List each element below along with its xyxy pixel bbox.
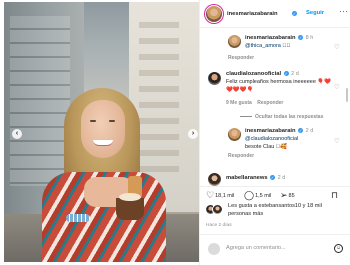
bookmark-button[interactable]: ⊓ bbox=[331, 191, 339, 201]
comment-username[interactable]: inesmariazabarain bbox=[245, 35, 296, 41]
post-photo: ‹ › bbox=[4, 2, 199, 262]
list-item: inesmariazabarain ✓ 8 h @thica_amora 🏽🏽 … bbox=[200, 34, 350, 64]
avatar bbox=[213, 205, 222, 214]
comments-panel: inesmariazabarain ✓ Seguir ··· inesmaria… bbox=[199, 0, 350, 265]
header-username[interactable]: inesmariazabarain bbox=[227, 11, 278, 17]
liker-avatars bbox=[206, 205, 226, 215]
avatar bbox=[208, 243, 220, 255]
verified-icon: ✓ bbox=[298, 35, 304, 41]
scrollbar[interactable] bbox=[346, 88, 348, 102]
comment-username[interactable]: claudialozanooficial bbox=[226, 71, 281, 77]
post-time: Hace 2 días bbox=[206, 223, 232, 228]
reply-button[interactable]: Responder bbox=[228, 153, 254, 159]
comment-time: 8 h bbox=[305, 35, 314, 41]
comment-time: 2 d bbox=[305, 128, 314, 134]
avatar[interactable] bbox=[208, 72, 221, 85]
list-item: inesmariazabarain ✓ 2 d @claudialozanoof… bbox=[200, 127, 350, 163]
comment-likes[interactable]: 9 Me gusta bbox=[226, 100, 252, 106]
comment-username[interactable]: inesmariazabarain bbox=[245, 128, 296, 134]
comment-text: besote Clau bbox=[245, 144, 275, 150]
comment-username[interactable]: mabellaranews bbox=[226, 175, 268, 181]
heart-icon[interactable]: ♡ bbox=[334, 44, 341, 51]
glass-facade bbox=[10, 16, 70, 186]
more-icon[interactable]: ··· bbox=[339, 7, 349, 16]
reply-button[interactable]: Responder bbox=[257, 100, 283, 106]
ice-cream-cup bbox=[116, 193, 144, 220]
share-icon: ➢ bbox=[280, 190, 288, 200]
comment-text: Feliz cumpleaños hermosa ineeeeee bbox=[226, 79, 316, 85]
chevron-left-icon[interactable]: ‹ bbox=[12, 129, 22, 139]
comment-mention[interactable]: @thica_amora bbox=[245, 43, 281, 49]
comment-time: 2 d bbox=[291, 71, 299, 77]
likes-summary: Les gusta a estebansantos10 y 18 mil per… bbox=[206, 203, 346, 219]
comments-count: 1,5 mil bbox=[255, 192, 272, 199]
heart-icon[interactable]: ♡ bbox=[334, 138, 341, 145]
bracelet bbox=[66, 214, 90, 222]
hide-replies-button[interactable]: Ocultar todas las respuestas bbox=[240, 114, 323, 120]
verified-icon: ✓ bbox=[283, 71, 289, 77]
likes-count: 18,1 mil bbox=[215, 192, 235, 199]
follow-button[interactable]: Seguir bbox=[306, 10, 324, 16]
verified-icon: ✓ bbox=[292, 11, 297, 16]
heart-icon: ♡ bbox=[206, 190, 215, 200]
comment-emojis: 🏽🥰 bbox=[280, 144, 287, 150]
comment-mention[interactable]: @claudialozanooficial bbox=[245, 136, 298, 142]
share-button[interactable]: ➢85 bbox=[280, 191, 295, 201]
action-bar: ♡18,1 mil ◯1,5 mil ➢85 ⊓ bbox=[200, 186, 350, 202]
list-item: mabellaranews ✓ 2 d bbox=[200, 172, 350, 186]
comment-button[interactable]: ◯1,5 mil bbox=[244, 191, 271, 201]
avatar[interactable] bbox=[208, 173, 221, 186]
reply-button[interactable]: Responder bbox=[228, 55, 254, 61]
instagram-post-view: ‹ › inesmariazabarain ✓ Seguir ··· inesm… bbox=[0, 0, 350, 265]
avatar[interactable] bbox=[228, 128, 241, 141]
shares-count: 85 bbox=[288, 192, 295, 199]
list-item: claudialozanooficial ✓ 2 d Feliz cumplea… bbox=[200, 70, 350, 110]
emoji-icon[interactable]: ☺ bbox=[334, 244, 343, 253]
likes-text[interactable]: Les gusta a estebansantos10 y 18 mil per… bbox=[228, 203, 346, 218]
bookmark-icon: ⊓ bbox=[331, 190, 339, 200]
avatar[interactable] bbox=[206, 6, 222, 22]
avatar[interactable] bbox=[228, 35, 241, 48]
comment-icon: ◯ bbox=[244, 190, 255, 200]
verified-icon: ✓ bbox=[298, 128, 304, 134]
comment-input[interactable] bbox=[226, 245, 326, 251]
verified-icon: ✓ bbox=[270, 175, 276, 181]
like-button[interactable]: ♡18,1 mil bbox=[206, 191, 234, 201]
chevron-right-icon[interactable]: › bbox=[188, 129, 198, 139]
comment-time: 2 d bbox=[277, 175, 286, 181]
heart-icon[interactable]: ♡ bbox=[334, 84, 341, 91]
add-comment-bar: ☺ bbox=[200, 234, 350, 265]
post-header: inesmariazabarain ✓ Seguir ··· bbox=[200, 0, 350, 28]
